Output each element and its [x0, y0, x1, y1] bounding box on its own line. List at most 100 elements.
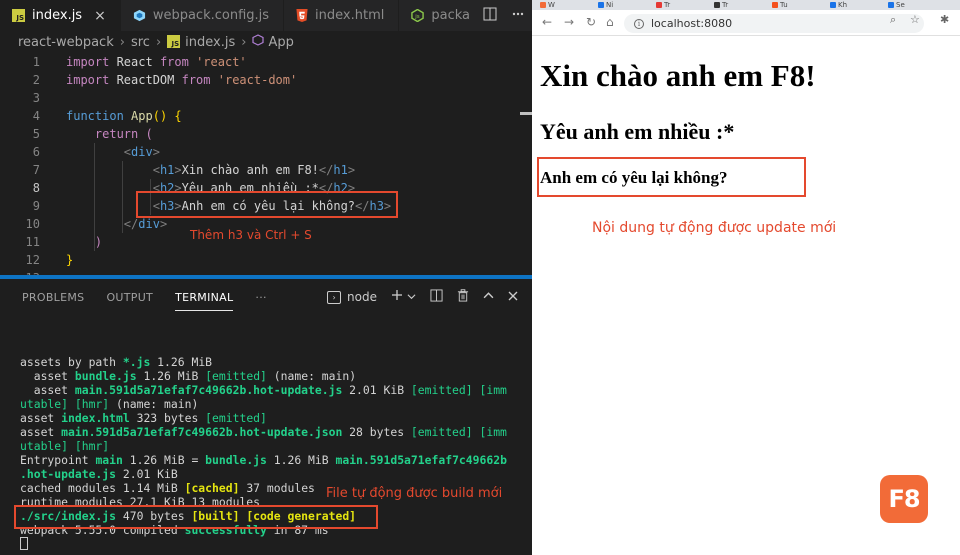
tab-label: packa [431, 8, 470, 23]
code-line[interactable]: 4 function App() { [0, 107, 532, 125]
home-icon[interactable]: ⌂ [606, 15, 614, 29]
editor-scrollbar[interactable] [520, 112, 532, 115]
breadcrumb: react-webpack › src › JS index.js › App [0, 31, 532, 53]
code-token: div [131, 145, 153, 159]
highlight-box-h3-line [136, 191, 398, 218]
browser-tab-title: W [548, 1, 555, 9]
favicon-icon [888, 2, 894, 8]
editor-actions [476, 0, 532, 31]
browser-tab[interactable]: Kh [830, 0, 847, 10]
code-line[interactable]: 2 import ReactDOM from 'react-dom' [0, 71, 532, 89]
code-line[interactable]: 1 import React from 'react' [0, 53, 532, 71]
browser-annotation: Nội dung tự động được update mới [592, 220, 837, 236]
code-text: function App() { [66, 107, 182, 125]
code-token: div [138, 217, 160, 231]
tab-terminal[interactable]: TERMINAL [175, 279, 234, 315]
tab-index-js[interactable]: JS index.js × [0, 0, 121, 31]
chevron-down-icon[interactable] [407, 290, 416, 305]
highlight-box-build-line [14, 505, 378, 529]
trash-icon[interactable] [457, 288, 469, 306]
terminal-token: 2.01 KiB [116, 467, 178, 481]
code-line[interactable]: 5 return ( [0, 125, 532, 143]
favicon-icon [540, 2, 546, 8]
breadcrumb-folder[interactable]: react-webpack [18, 35, 114, 50]
address-bar[interactable]: i localhost:8080 [624, 14, 924, 33]
split-editor-icon[interactable] [483, 7, 497, 25]
star-icon[interactable]: ☆ [910, 13, 920, 26]
terminal-token: [emitted] [imm [410, 383, 507, 397]
js-icon: JS [167, 34, 181, 50]
line-number: 2 [32, 73, 40, 87]
browser-tab[interactable]: Tr [714, 0, 728, 10]
code-token: h1 [333, 163, 348, 177]
code-token: ) [94, 235, 103, 249]
tab-problems[interactable]: PROBLEMS [22, 279, 84, 315]
zoom-icon[interactable]: ⌕ [890, 13, 896, 27]
indent-guide [122, 161, 123, 233]
code-text: } [66, 251, 73, 269]
terminal-token: main.591d5a71efaf7c49662b.hot-update.js [74, 383, 343, 397]
terminal-token: asset [20, 425, 62, 439]
code-token: from [159, 55, 189, 69]
code-token: > [159, 217, 168, 231]
browser-tab-strip: W Ni Tr Tr Tu Kh Se [532, 0, 960, 10]
terminal-selector-label: node [347, 290, 377, 304]
terminal-token: 2.01 KiB [342, 383, 411, 397]
new-terminal-icon[interactable] [391, 289, 403, 305]
terminal-selector[interactable]: › node [327, 290, 377, 304]
tab-webpack-config[interactable]: webpack.config.js [121, 0, 285, 31]
url-text: localhost:8080 [651, 17, 733, 30]
breadcrumb-symbol[interactable]: App [268, 35, 293, 50]
browser-tab[interactable]: W [540, 0, 555, 10]
breadcrumb-folder[interactable]: src [131, 35, 150, 50]
more-tabs-icon[interactable]: ··· [255, 279, 266, 315]
vscode-window: JS index.js × webpack.config.js index.ht… [0, 0, 532, 555]
breadcrumb-file[interactable]: index.js [185, 35, 235, 50]
browser-tab[interactable]: Se [888, 0, 905, 10]
terminal-cursor [20, 537, 28, 550]
favicon-icon [830, 2, 836, 8]
browser-tab[interactable]: Ni [598, 0, 613, 10]
browser-tab[interactable]: Tr [656, 0, 670, 10]
code-token: } [66, 253, 74, 267]
back-icon[interactable]: ← [542, 15, 552, 29]
reload-icon[interactable]: ↻ [586, 15, 596, 29]
terminal-line: utable] [hmr] [20, 439, 109, 453]
browser-tab-title: Kh [838, 1, 848, 9]
terminal-line: assets by path *.js 1.26 MiB [20, 355, 212, 369]
code-token: > [347, 163, 356, 177]
terminal-token: [emitted] [imm [410, 425, 507, 439]
browser-window: W Ni Tr Tr Tu Kh Se ← → ↻ ⌂ i localhost:8080 ⌕… [532, 0, 960, 555]
code-token: < [152, 163, 160, 177]
code-line[interactable]: 7 <h1>Xin chào anh em F8!</h1> [0, 161, 532, 179]
code-line[interactable]: 12} [0, 251, 532, 269]
tab-package[interactable]: js packa [399, 0, 485, 31]
tab-index-html[interactable]: index.html [284, 0, 400, 31]
browser-tab[interactable]: Tu [772, 0, 788, 10]
tab-label: index.js [32, 8, 83, 23]
code-token: return [94, 127, 139, 141]
split-terminal-icon[interactable] [430, 288, 443, 306]
info-icon[interactable]: i [634, 18, 644, 29]
favicon-icon [714, 2, 720, 8]
code-line[interactable]: 6 <div> [0, 143, 532, 161]
close-icon[interactable] [508, 290, 518, 305]
extensions-icon[interactable]: ✱ [940, 13, 949, 26]
code-text: <h1>Xin chào anh em F8!</h1> [66, 161, 355, 179]
chevron-up-icon[interactable] [483, 290, 494, 305]
terminal-token: .hot-update.js [20, 467, 117, 481]
forward-icon[interactable]: → [564, 15, 574, 29]
line-number: 11 [25, 235, 40, 249]
more-actions-icon[interactable] [511, 7, 525, 25]
code-token: > [174, 163, 182, 177]
close-icon[interactable]: × [94, 8, 106, 24]
terminal-token: main [95, 453, 123, 467]
terminal-line: asset index.html 323 bytes [emitted] [20, 411, 267, 425]
terminal-token: *.js [122, 355, 151, 369]
tab-output[interactable]: OUTPUT [106, 279, 153, 315]
terminal-token: [cached] [184, 481, 240, 495]
line-number: 10 [25, 217, 40, 231]
code-line[interactable]: 3 [0, 89, 532, 107]
